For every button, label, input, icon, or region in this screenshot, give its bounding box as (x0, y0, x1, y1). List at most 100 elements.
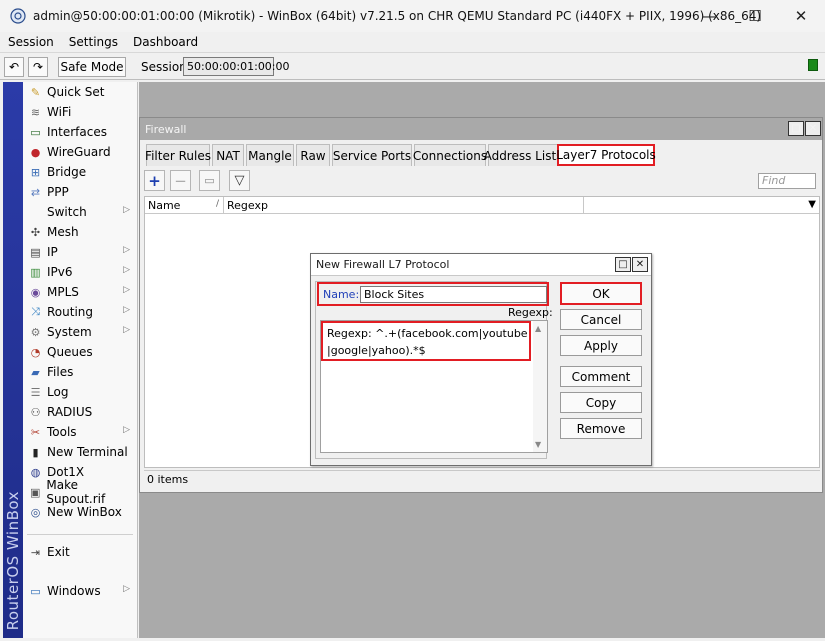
connection-status-icon (808, 59, 818, 71)
tab-service-ports[interactable]: Service Ports (332, 144, 412, 166)
submenu-arrow-icon: ▷ (123, 584, 130, 594)
sidebar-item-wireguard[interactable]: ● WireGuard (23, 142, 137, 162)
name-label: Name: (323, 288, 360, 301)
comment-icon[interactable]: ▭ (199, 170, 220, 191)
tab-filter-rules[interactable]: Filter Rules (145, 144, 211, 166)
apply-button[interactable]: Apply (560, 335, 642, 356)
sort-icon: / (215, 199, 219, 209)
windows-icon: ▭ (30, 584, 41, 598)
sidebar-item-radius[interactable]: ⚇ RADIUS (23, 402, 137, 422)
sidebar-item-wifi[interactable]: ≋ WiFi (23, 102, 137, 122)
sidebar-item-quick-set[interactable]: ✎ Quick Set (23, 82, 137, 102)
regexp-scrollbar[interactable]: ▲ ▼ (533, 321, 547, 452)
sidebar-item-files[interactable]: ▰ Files (23, 362, 137, 382)
regexp-label: Regexp: (508, 306, 553, 319)
firewall-close-button[interactable]: ✕ (805, 121, 821, 136)
sidebar-item-exit[interactable]: ⇥ Exit (23, 542, 137, 562)
tab-mangle[interactable]: Mangle (246, 144, 294, 166)
tab-nat[interactable]: NAT (212, 144, 244, 166)
sidebar-item-bridge[interactable]: ⊞ Bridge (23, 162, 137, 182)
sidebar-item-label: RADIUS (47, 405, 93, 419)
sidebar-item-label: Dot1X (47, 465, 85, 479)
sidebar-item-ip[interactable]: ▤ IP ▷ (23, 242, 137, 262)
queues-icon: ◔ (30, 345, 41, 359)
sidebar-item-ppp[interactable]: ⇄ PPP (23, 182, 137, 202)
name-input[interactable]: Block Sites (360, 286, 547, 303)
maximize-button[interactable]: ☐ (732, 0, 778, 32)
filter-icon[interactable]: ▽ (229, 170, 250, 191)
main-toolbar: ↶ ↷ Safe Mode Session: 50:00:00:01:00:00 (0, 52, 825, 80)
menu-session[interactable]: Session (8, 35, 54, 49)
window-title: admin@50:00:00:01:00:00 (Mikrotik) - Win… (33, 9, 762, 23)
submenu-arrow-icon: ▷ (123, 325, 130, 335)
sidebar-item-switch[interactable]: Switch ▷ (23, 202, 137, 222)
remove-dialog-button[interactable]: Remove (560, 418, 642, 439)
find-input[interactable]: Find (758, 173, 816, 189)
redo-button[interactable]: ↷ (28, 57, 48, 77)
tab-address-lists[interactable]: Address Lists (484, 144, 562, 166)
routing-icon: ⤨ (31, 305, 40, 318)
exit-icon: ⇥ (30, 545, 41, 559)
sidebar-item-label: System (47, 325, 92, 339)
sidebar-item-tools[interactable]: ✂ Tools ▷ (23, 422, 137, 442)
session-value: 50:00:00:01:00:00 (183, 57, 290, 76)
cancel-button[interactable]: Cancel (560, 309, 642, 330)
sidebar-item-windows[interactable]: ▭ Windows ▷ (23, 581, 137, 601)
sidebar-item-label: Bridge (47, 165, 87, 179)
sidebar-item-new-terminal[interactable]: ▮ New Terminal (23, 442, 137, 462)
copy-button[interactable]: Copy (560, 392, 642, 413)
dialog-title-bar: New Firewall L7 Protocol □ ✕ (311, 254, 651, 276)
remove-button[interactable]: − (170, 170, 191, 191)
sidebar-item-mpls[interactable]: ◉ MPLS ▷ (23, 282, 137, 302)
tab-raw[interactable]: Raw (296, 144, 330, 166)
menu-dashboard[interactable]: Dashboard (133, 35, 198, 49)
undo-button[interactable]: ↶ (4, 57, 24, 77)
sidebar-item-label: Tools (47, 425, 77, 439)
sidebar-separator (27, 534, 133, 535)
tab-layer7-protocols[interactable]: Layer7 Protocols (556, 144, 656, 166)
winbox-app-icon (10, 8, 26, 24)
ok-button[interactable]: OK (560, 282, 642, 305)
submenu-arrow-icon: ▷ (123, 305, 130, 315)
sidebar-item-make-supout-rif[interactable]: ▣ Make Supout.rif (23, 478, 137, 506)
column-extra: ▼ (584, 197, 819, 214)
sidebar-item-label: Switch (47, 205, 87, 219)
comment-button[interactable]: Comment (560, 366, 642, 387)
sidebar-item-log[interactable]: ☰ Log (23, 382, 137, 402)
wireguard-icon: ● (30, 145, 41, 159)
menu-settings[interactable]: Settings (69, 35, 118, 49)
supout-icon: ▣ (30, 485, 41, 499)
sidebar-item-queues[interactable]: ◔ Queues (23, 342, 137, 362)
tab-connections[interactable]: Connections (413, 144, 487, 166)
sidebar-item-interfaces[interactable]: ▭ Interfaces (23, 122, 137, 142)
safe-mode-button[interactable]: Safe Mode (58, 57, 126, 77)
firewall-restore-button[interactable]: □ (788, 121, 804, 136)
dialog-form: Name: Block Sites Regexp: Regexp: ^.+(fa… (315, 281, 553, 459)
dialog-title: New Firewall L7 Protocol (316, 258, 450, 271)
minimize-button[interactable]: — (686, 0, 732, 32)
column-regexp[interactable]: Regexp (224, 197, 584, 214)
ipv6-icon: ▥ (30, 265, 41, 279)
sidebar-item-label: Queues (47, 345, 93, 359)
mpls-icon: ◉ (30, 285, 41, 299)
regexp-value: Regexp: ^.+(facebook.com|youtube|google|… (327, 327, 528, 357)
sidebar-item-label: WiFi (47, 105, 72, 119)
sidebar-item-label: New Terminal (47, 445, 128, 459)
regexp-textarea[interactable]: Regexp: ^.+(facebook.com|youtube|google|… (320, 320, 548, 453)
scroll-down-icon[interactable]: ▼ (535, 440, 541, 449)
log-icon: ☰ (30, 385, 41, 399)
dialog-restore-button[interactable]: □ (615, 257, 631, 272)
sidebar-item-mesh[interactable]: ✣ Mesh (23, 222, 137, 242)
add-button[interactable]: + (144, 170, 165, 191)
sidebar-item-system[interactable]: ⚙ System ▷ (23, 322, 137, 342)
close-button[interactable]: ✕ (778, 0, 824, 32)
sidebar-item-routing[interactable]: ⤨ Routing ▷ (23, 302, 137, 322)
menu-bar: Session Settings Dashboard (0, 32, 825, 52)
column-name[interactable]: Name / (145, 197, 224, 214)
dialog-close-button[interactable]: ✕ (632, 257, 648, 272)
column-dropdown-icon[interactable]: ▼ (808, 199, 816, 210)
sidebar-item-label: Mesh (47, 225, 79, 239)
scroll-up-icon[interactable]: ▲ (535, 324, 541, 333)
sidebar-item-ipv6[interactable]: ▥ IPv6 ▷ (23, 262, 137, 282)
sidebar-item-new-winbox[interactable]: ◎ New WinBox (23, 502, 137, 522)
